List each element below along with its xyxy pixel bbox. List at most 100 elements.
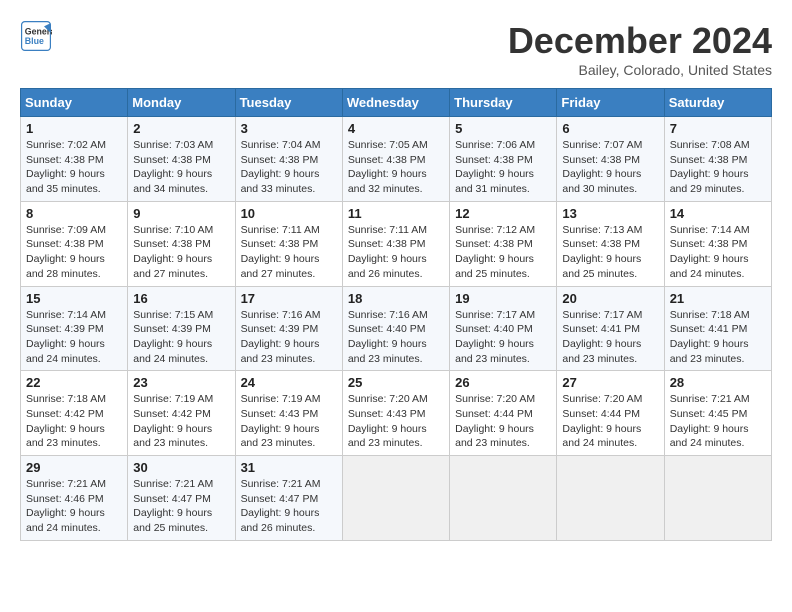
table-row: 14 Sunrise: 7:14 AM Sunset: 4:38 PM Dayl… (664, 201, 771, 286)
table-row: 16 Sunrise: 7:15 AM Sunset: 4:39 PM Dayl… (128, 286, 235, 371)
day-number: 14 (670, 206, 766, 221)
calendar-table: Sunday Monday Tuesday Wednesday Thursday… (20, 88, 772, 541)
header-tuesday: Tuesday (235, 89, 342, 117)
day-number: 19 (455, 291, 551, 306)
table-row: 27 Sunrise: 7:20 AM Sunset: 4:44 PM Dayl… (557, 371, 664, 456)
day-number: 23 (133, 375, 229, 390)
table-row: 25 Sunrise: 7:20 AM Sunset: 4:43 PM Dayl… (342, 371, 449, 456)
day-number: 5 (455, 121, 551, 136)
day-info: Sunrise: 7:21 AM Sunset: 4:47 PM Dayligh… (133, 477, 229, 536)
day-info: Sunrise: 7:16 AM Sunset: 4:40 PM Dayligh… (348, 308, 444, 367)
table-row: 28 Sunrise: 7:21 AM Sunset: 4:45 PM Dayl… (664, 371, 771, 456)
table-row (342, 456, 449, 541)
table-row: 10 Sunrise: 7:11 AM Sunset: 4:38 PM Dayl… (235, 201, 342, 286)
table-row: 6 Sunrise: 7:07 AM Sunset: 4:38 PM Dayli… (557, 117, 664, 202)
day-info: Sunrise: 7:13 AM Sunset: 4:38 PM Dayligh… (562, 223, 658, 282)
day-number: 22 (26, 375, 122, 390)
table-row: 30 Sunrise: 7:21 AM Sunset: 4:47 PM Dayl… (128, 456, 235, 541)
table-row (557, 456, 664, 541)
day-number: 8 (26, 206, 122, 221)
table-row: 5 Sunrise: 7:06 AM Sunset: 4:38 PM Dayli… (450, 117, 557, 202)
day-info: Sunrise: 7:16 AM Sunset: 4:39 PM Dayligh… (241, 308, 337, 367)
header-thursday: Thursday (450, 89, 557, 117)
day-info: Sunrise: 7:17 AM Sunset: 4:40 PM Dayligh… (455, 308, 551, 367)
table-row: 4 Sunrise: 7:05 AM Sunset: 4:38 PM Dayli… (342, 117, 449, 202)
day-number: 28 (670, 375, 766, 390)
table-row: 11 Sunrise: 7:11 AM Sunset: 4:38 PM Dayl… (342, 201, 449, 286)
table-row (664, 456, 771, 541)
day-info: Sunrise: 7:11 AM Sunset: 4:38 PM Dayligh… (241, 223, 337, 282)
table-row: 8 Sunrise: 7:09 AM Sunset: 4:38 PM Dayli… (21, 201, 128, 286)
table-row: 29 Sunrise: 7:21 AM Sunset: 4:46 PM Dayl… (21, 456, 128, 541)
day-number: 3 (241, 121, 337, 136)
logo: General Blue (20, 20, 52, 52)
day-info: Sunrise: 7:14 AM Sunset: 4:39 PM Dayligh… (26, 308, 122, 367)
day-number: 7 (670, 121, 766, 136)
day-number: 12 (455, 206, 551, 221)
header-sunday: Sunday (21, 89, 128, 117)
table-row: 31 Sunrise: 7:21 AM Sunset: 4:47 PM Dayl… (235, 456, 342, 541)
day-info: Sunrise: 7:19 AM Sunset: 4:43 PM Dayligh… (241, 392, 337, 451)
day-number: 13 (562, 206, 658, 221)
day-info: Sunrise: 7:09 AM Sunset: 4:38 PM Dayligh… (26, 223, 122, 282)
table-row: 24 Sunrise: 7:19 AM Sunset: 4:43 PM Dayl… (235, 371, 342, 456)
day-info: Sunrise: 7:08 AM Sunset: 4:38 PM Dayligh… (670, 138, 766, 197)
day-number: 30 (133, 460, 229, 475)
table-row: 26 Sunrise: 7:20 AM Sunset: 4:44 PM Dayl… (450, 371, 557, 456)
day-info: Sunrise: 7:19 AM Sunset: 4:42 PM Dayligh… (133, 392, 229, 451)
table-row: 13 Sunrise: 7:13 AM Sunset: 4:38 PM Dayl… (557, 201, 664, 286)
day-info: Sunrise: 7:04 AM Sunset: 4:38 PM Dayligh… (241, 138, 337, 197)
title-area: December 2024 Bailey, Colorado, United S… (508, 20, 772, 78)
day-number: 15 (26, 291, 122, 306)
day-number: 4 (348, 121, 444, 136)
day-number: 21 (670, 291, 766, 306)
day-info: Sunrise: 7:18 AM Sunset: 4:42 PM Dayligh… (26, 392, 122, 451)
day-number: 29 (26, 460, 122, 475)
day-info: Sunrise: 7:18 AM Sunset: 4:41 PM Dayligh… (670, 308, 766, 367)
table-row: 2 Sunrise: 7:03 AM Sunset: 4:38 PM Dayli… (128, 117, 235, 202)
day-info: Sunrise: 7:17 AM Sunset: 4:41 PM Dayligh… (562, 308, 658, 367)
month-title: December 2024 (508, 20, 772, 62)
day-info: Sunrise: 7:21 AM Sunset: 4:47 PM Dayligh… (241, 477, 337, 536)
day-info: Sunrise: 7:21 AM Sunset: 4:45 PM Dayligh… (670, 392, 766, 451)
day-info: Sunrise: 7:14 AM Sunset: 4:38 PM Dayligh… (670, 223, 766, 282)
day-info: Sunrise: 7:02 AM Sunset: 4:38 PM Dayligh… (26, 138, 122, 197)
day-info: Sunrise: 7:06 AM Sunset: 4:38 PM Dayligh… (455, 138, 551, 197)
day-number: 1 (26, 121, 122, 136)
day-number: 9 (133, 206, 229, 221)
table-row: 3 Sunrise: 7:04 AM Sunset: 4:38 PM Dayli… (235, 117, 342, 202)
day-number: 16 (133, 291, 229, 306)
table-row (450, 456, 557, 541)
table-row: 23 Sunrise: 7:19 AM Sunset: 4:42 PM Dayl… (128, 371, 235, 456)
header-monday: Monday (128, 89, 235, 117)
day-info: Sunrise: 7:11 AM Sunset: 4:38 PM Dayligh… (348, 223, 444, 282)
day-number: 31 (241, 460, 337, 475)
header-wednesday: Wednesday (342, 89, 449, 117)
day-number: 20 (562, 291, 658, 306)
day-info: Sunrise: 7:21 AM Sunset: 4:46 PM Dayligh… (26, 477, 122, 536)
day-info: Sunrise: 7:20 AM Sunset: 4:44 PM Dayligh… (562, 392, 658, 451)
table-row: 15 Sunrise: 7:14 AM Sunset: 4:39 PM Dayl… (21, 286, 128, 371)
day-info: Sunrise: 7:03 AM Sunset: 4:38 PM Dayligh… (133, 138, 229, 197)
day-number: 24 (241, 375, 337, 390)
day-info: Sunrise: 7:20 AM Sunset: 4:43 PM Dayligh… (348, 392, 444, 451)
day-info: Sunrise: 7:15 AM Sunset: 4:39 PM Dayligh… (133, 308, 229, 367)
day-number: 26 (455, 375, 551, 390)
table-row: 21 Sunrise: 7:18 AM Sunset: 4:41 PM Dayl… (664, 286, 771, 371)
day-info: Sunrise: 7:20 AM Sunset: 4:44 PM Dayligh… (455, 392, 551, 451)
header: General Blue December 2024 Bailey, Color… (20, 20, 772, 78)
day-info: Sunrise: 7:07 AM Sunset: 4:38 PM Dayligh… (562, 138, 658, 197)
table-row: 7 Sunrise: 7:08 AM Sunset: 4:38 PM Dayli… (664, 117, 771, 202)
location: Bailey, Colorado, United States (508, 62, 772, 78)
day-number: 6 (562, 121, 658, 136)
day-number: 25 (348, 375, 444, 390)
day-number: 27 (562, 375, 658, 390)
table-row: 19 Sunrise: 7:17 AM Sunset: 4:40 PM Dayl… (450, 286, 557, 371)
day-number: 2 (133, 121, 229, 136)
day-info: Sunrise: 7:05 AM Sunset: 4:38 PM Dayligh… (348, 138, 444, 197)
table-row: 17 Sunrise: 7:16 AM Sunset: 4:39 PM Dayl… (235, 286, 342, 371)
table-row: 9 Sunrise: 7:10 AM Sunset: 4:38 PM Dayli… (128, 201, 235, 286)
calendar-body: 1 Sunrise: 7:02 AM Sunset: 4:38 PM Dayli… (21, 117, 772, 541)
table-row: 20 Sunrise: 7:17 AM Sunset: 4:41 PM Dayl… (557, 286, 664, 371)
header-friday: Friday (557, 89, 664, 117)
